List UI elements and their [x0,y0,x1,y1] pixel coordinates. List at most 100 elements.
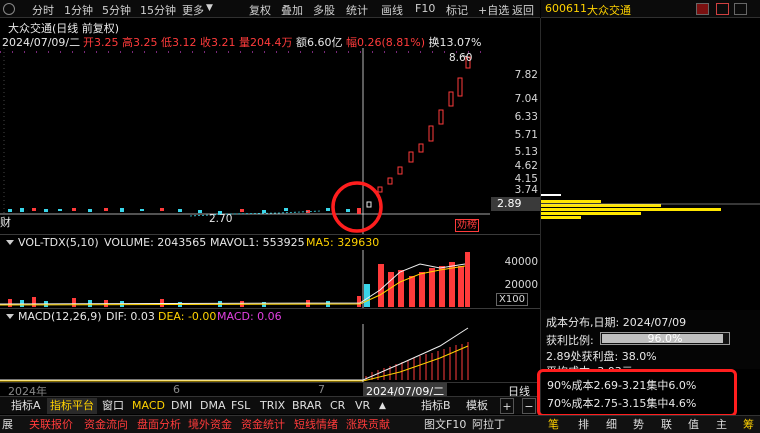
profit-ratio-label: 获利比例: [546,334,594,347]
macd-chart [0,324,469,382]
chip-distribution [541,194,760,219]
tab-aladdin[interactable]: 阿拉丁 [472,417,505,433]
multi-stock-button[interactable]: 多股 [313,2,335,18]
tab-dmi[interactable]: DMI [168,398,195,414]
add-watchlist-button[interactable]: +自选 [478,2,509,18]
tab-value[interactable]: 值 [688,417,699,433]
stock-code: 600611 [545,2,587,15]
price-tick: 6.33 [514,111,538,123]
volume-tick: 40000 [504,256,538,268]
tab-capital-flow[interactable]: 资金流向 [84,417,128,433]
macd-indicator-name[interactable]: MACD(12,26,9) [18,310,102,323]
tab-indicator-a[interactable]: 指标A [8,398,44,414]
ranking-tag[interactable]: 劝榜 [455,219,479,232]
mavol1-value: MAVOL1: 553925 [210,236,305,249]
current-price-box: 2.89 [491,197,540,211]
tab-trix[interactable]: TRIX [257,398,288,414]
date-axis: 2024年 6 7 2024/07/09/二 日线 [0,382,540,398]
tab-indicator-platform[interactable]: 指标平台 [47,398,97,414]
highlight-box [537,369,737,417]
mark-button[interactable]: 标记 [446,2,468,18]
price-tick: 3.74 [514,184,538,196]
forward-icon[interactable] [716,3,729,15]
tab-brar[interactable]: BRAR [289,398,325,414]
month-label: 6 [173,383,180,396]
ma5-value: MA5: 329630 [306,236,380,249]
f10-button[interactable]: F10 [415,2,435,15]
volume-tick: 20000 [504,279,538,291]
tab-related-quote[interactable]: 关联报价 [29,417,73,433]
price-tick: 5.13 [514,146,538,158]
status-tabbar: 展 关联报价 资金流向 盘面分析 境外资金 资金统计 短线情绪 涨跌贡献 图文F… [0,415,760,433]
zoom-out-button[interactable]: − [522,398,536,414]
tab-detail[interactable]: 细 [606,417,617,433]
zoom-in-button[interactable]: + [500,398,514,414]
tab-chips[interactable]: 筹 [743,417,754,433]
chevron-down-icon[interactable]: ▼ [206,3,213,13]
tab-main[interactable]: 主 [716,417,727,433]
period-15min[interactable]: 15分钟 [140,2,176,18]
highlight-circle [331,181,383,233]
rally-candles [366,56,471,208]
macd-header: MACD(12,26,9) DIF: 0.03 DEA: -0.00 MACD:… [6,310,526,324]
period-intraday[interactable]: 分时 [32,2,54,18]
month-label: 7 [318,383,325,396]
restore-right-button[interactable]: 复权 [249,2,271,18]
tab-rise-fall-contribution[interactable]: 涨跌贡献 [346,417,390,433]
tab-macd[interactable]: MACD [129,398,168,414]
tab-dma[interactable]: DMA [197,398,229,414]
macd-value: MACD: 0.06 [217,310,282,323]
volume-value: VOLUME: 2043565 [104,236,207,249]
tab-queue[interactable]: 排 [578,417,589,433]
period-more[interactable]: 更多 [182,2,204,18]
tab-capital-stats[interactable]: 资金统计 [241,417,285,433]
profit-ratio-bar: 96.0% [600,332,730,345]
kline-chart[interactable] [0,48,540,234]
price-tick: 4.62 [514,160,538,172]
overlay-button[interactable]: 叠加 [281,2,303,18]
expand-button[interactable]: 展 [2,417,13,433]
tab-indicator-b[interactable]: 指标B [418,398,454,414]
tab-short-sentiment[interactable]: 短线情绪 [294,417,338,433]
low-price-label: 2.70 [209,213,233,225]
tab-fsl[interactable]: FSL [228,398,253,414]
chevron-up-icon[interactable]: ▲ [376,398,389,414]
tab-window[interactable]: 窗口 [99,398,127,414]
cursor-date: 2024/07/09/二 [363,383,448,398]
period-1min[interactable]: 1分钟 [64,2,93,18]
volume-chart [0,250,470,308]
tab-overseas-capital[interactable]: 境外资金 [188,417,232,433]
quote-header: 大众交通(日线 前复权) 2024/07/09/二 开3.25 高3.25 低3… [2,20,538,49]
volume-unit: X100 [496,293,528,306]
stock-name: 大众交通 [587,4,631,17]
price-tick: 5.71 [514,129,538,141]
tab-graphic-f10[interactable]: 图文F10 [424,417,466,433]
tab-link[interactable]: 联 [661,417,672,433]
tab-market-analysis[interactable]: 盘面分析 [137,417,181,433]
price-tick: 7.04 [514,93,538,105]
back-button[interactable]: 返回 [512,2,534,18]
grid-icon[interactable] [734,3,747,15]
finance-tag[interactable]: 财 [0,214,11,230]
cost-panel-title: 成本分布,日期: 2024/07/09 [546,316,687,329]
tab-pen[interactable]: 笔 [548,417,559,433]
profit-ratio-value: 96.0% [647,332,683,345]
tab-cr[interactable]: CR [327,398,348,414]
period-toolbar: 分时 1分钟 5分钟 15分钟 更多 ▼ 复权 叠加 多股 统计 画线 F10 … [0,0,540,18]
chevron-down-icon[interactable] [6,240,14,245]
period-5min[interactable]: 5分钟 [102,2,131,18]
refresh-icon[interactable] [3,3,15,15]
flag-icon[interactable] [696,3,709,15]
draw-line-button[interactable]: 画线 [381,2,403,18]
price-tick: 7.82 [514,69,538,81]
tab-vr[interactable]: VR [352,398,373,414]
tab-template[interactable]: 模板 [463,398,491,414]
volume-indicator-name[interactable]: VOL-TDX(5,10) [18,236,99,249]
statistics-button[interactable]: 统计 [346,2,368,18]
dif-value: DIF: 0.03 [106,310,155,323]
chevron-down-icon[interactable] [6,314,14,319]
tab-trend[interactable]: 势 [633,417,644,433]
stock-header: 600611 大众交通 [541,0,760,18]
dea-value: DEA: -0.00 [158,310,217,323]
indicator-tabbar: 指标A 指标平台 窗口 MACD DMI DMA FSL TRIX BRAR C… [0,396,540,414]
